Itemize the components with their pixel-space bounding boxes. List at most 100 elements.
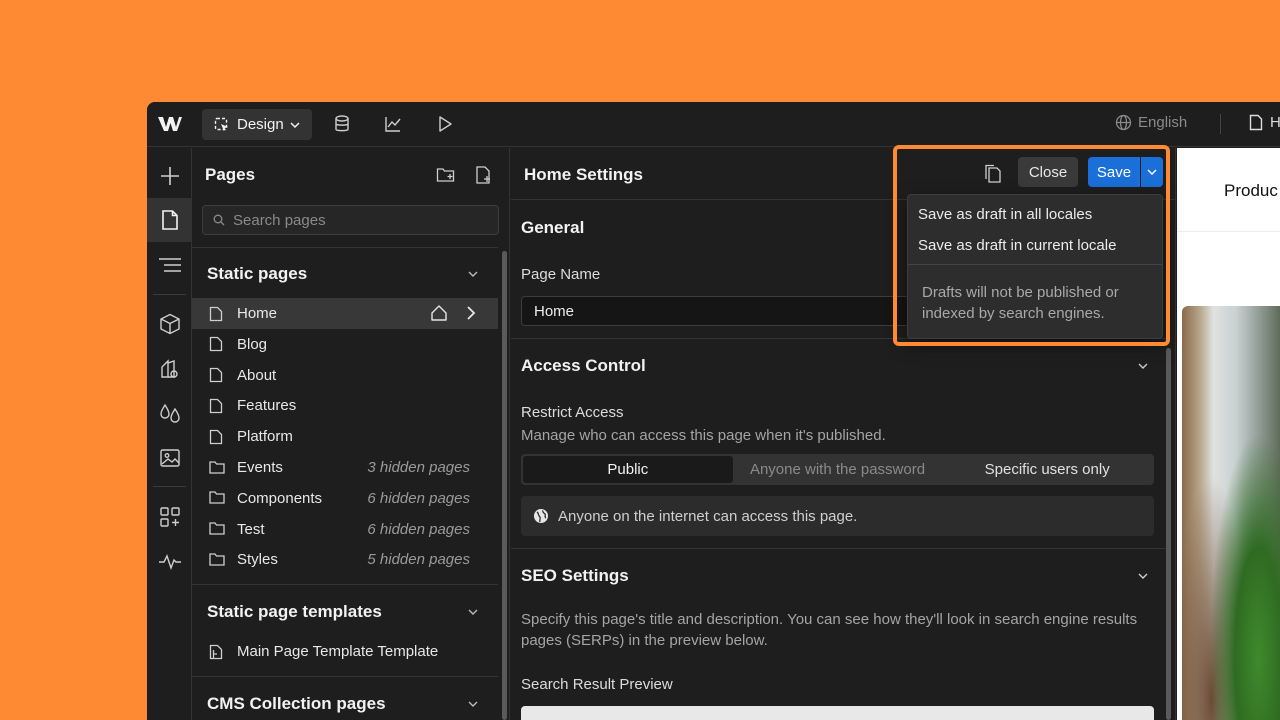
static-pages-heading[interactable]: Static pages: [207, 264, 307, 284]
folder-row[interactable]: Components 6 hidden pages: [192, 483, 498, 514]
page-row[interactable]: Blog: [192, 329, 498, 360]
access-notice-text: Anyone on the internet can access this p…: [558, 507, 858, 525]
panel-divider: [192, 584, 498, 585]
globe-icon: [533, 508, 549, 524]
components-cube-icon[interactable]: [147, 302, 192, 346]
pages-scrollbar[interactable]: [502, 251, 507, 720]
current-page-label: H: [1270, 114, 1280, 131]
restrict-access-label: Restrict Access: [521, 404, 624, 421]
page-icon: [1249, 114, 1263, 131]
page-row-label: Home: [237, 305, 278, 322]
settings-scrollbar[interactable]: [1166, 348, 1171, 720]
access-option-public[interactable]: Public: [523, 456, 733, 483]
preview-nav-text: Produc: [1224, 181, 1278, 200]
panel-divider: [192, 676, 498, 677]
chevron-down-icon: [1147, 169, 1157, 175]
design-mode-dropdown[interactable]: Design: [202, 109, 312, 140]
collapse-chevron-icon[interactable]: [467, 698, 479, 710]
template-icon: [209, 644, 223, 660]
access-notice: Anyone on the internet can access this p…: [521, 496, 1154, 536]
page-row-label: Features: [237, 397, 297, 415]
access-option-specific-users[interactable]: Specific users only: [942, 456, 1152, 483]
search-pages-field[interactable]: [202, 205, 499, 235]
search-pages-input[interactable]: [233, 211, 473, 229]
top-bar: Design English H: [147, 102, 1280, 147]
page-row-label: Styles: [237, 551, 278, 569]
activity-pulse-icon[interactable]: [147, 540, 192, 584]
rail-divider: [153, 294, 186, 295]
section-divider: [511, 548, 1166, 549]
page-row[interactable]: Features: [192, 390, 498, 421]
chevron-down-icon: [290, 121, 300, 128]
settings-title: Home Settings: [524, 165, 644, 184]
page-row[interactable]: Platform: [192, 421, 498, 452]
folder-row[interactable]: Events 3 hidden pages: [192, 452, 498, 483]
analytics-chart-icon[interactable]: [383, 114, 405, 136]
database-icon[interactable]: [332, 114, 354, 136]
page-row-label: Test: [237, 520, 265, 538]
menu-divider: [908, 264, 1162, 265]
pages-panel-icon[interactable]: [147, 198, 192, 242]
page-row[interactable]: About: [192, 360, 498, 391]
assets-image-icon[interactable]: [147, 436, 192, 480]
folder-row[interactable]: Styles 5 hidden pages: [192, 544, 498, 575]
webflow-logo-icon[interactable]: [157, 114, 183, 134]
draft-note: Drafts will not be published or indexed …: [922, 284, 1119, 322]
save-options-dropdown-button[interactable]: [1141, 157, 1163, 187]
page-icon: [209, 398, 223, 414]
cms-pages-heading[interactable]: CMS Collection pages: [207, 694, 386, 714]
page-row-label: Platform: [237, 428, 293, 446]
page-row-label: Events: [237, 459, 283, 476]
globe-icon: [1115, 114, 1132, 131]
add-elements-icon[interactable]: [147, 154, 192, 198]
left-toolbar: [147, 148, 192, 720]
folder-icon: [209, 521, 225, 537]
collapse-chevron-icon[interactable]: [467, 606, 479, 618]
page-row-label: Blog: [237, 335, 268, 353]
variables-drops-icon[interactable]: [147, 391, 192, 435]
current-page-indicator[interactable]: H: [1249, 114, 1280, 131]
restrict-access-description: Manage who can access this page when it'…: [521, 427, 886, 444]
cursor-select-icon: [214, 117, 230, 133]
save-draft-all-locales-item[interactable]: Save as draft in all locales: [918, 206, 1092, 223]
design-mode-label: Design: [237, 116, 284, 133]
close-button[interactable]: Close: [1018, 157, 1078, 187]
page-name-label: Page Name: [521, 266, 601, 283]
home-page-icon[interactable]: [430, 304, 448, 322]
seo-settings-heading[interactable]: SEO Settings: [521, 566, 629, 586]
access-segmented-control: Public Anyone with the password Specific…: [521, 454, 1154, 485]
save-button[interactable]: Save: [1088, 157, 1140, 187]
page-row[interactable]: Home: [192, 298, 498, 329]
collapse-chevron-icon[interactable]: [1137, 360, 1149, 372]
templates-heading[interactable]: Static page templates: [207, 602, 382, 622]
panel-divider: [192, 247, 498, 248]
collapse-chevron-icon[interactable]: [467, 268, 479, 280]
access-option-password[interactable]: Anyone with the password: [733, 456, 943, 483]
general-heading[interactable]: General: [521, 218, 584, 238]
play-preview-icon[interactable]: [435, 114, 457, 136]
folder-row[interactable]: Test 6 hidden pages: [192, 514, 498, 545]
apps-grid-icon[interactable]: [147, 495, 192, 539]
style-manager-icon[interactable]: [147, 347, 192, 391]
chevron-right-icon[interactable]: [464, 305, 478, 321]
page-icon: [209, 429, 223, 445]
collapse-chevron-icon[interactable]: [1137, 570, 1149, 582]
pages-panel-title: Pages: [205, 165, 256, 184]
page-icon: [209, 367, 223, 383]
search-result-preview-box: [521, 706, 1154, 720]
create-page-icon[interactable]: [474, 165, 494, 185]
rail-divider: [153, 486, 186, 487]
canvas-preview[interactable]: Produc: [1177, 148, 1280, 720]
folder-icon: [209, 460, 225, 476]
page-icon: [209, 336, 223, 352]
duplicate-copy-icon[interactable]: [984, 164, 1002, 184]
locale-switcher[interactable]: English: [1115, 114, 1187, 131]
save-draft-current-locale-item[interactable]: Save as draft in current locale: [918, 237, 1116, 254]
access-control-heading[interactable]: Access Control: [521, 356, 646, 376]
template-page-row[interactable]: Main Page Template Template: [192, 636, 498, 667]
create-folder-icon[interactable]: [436, 165, 456, 185]
folder-icon: [209, 490, 225, 506]
navigator-icon[interactable]: [147, 243, 192, 287]
hidden-pages-count: 6 hidden pages: [367, 520, 470, 538]
folder-icon: [209, 552, 225, 568]
